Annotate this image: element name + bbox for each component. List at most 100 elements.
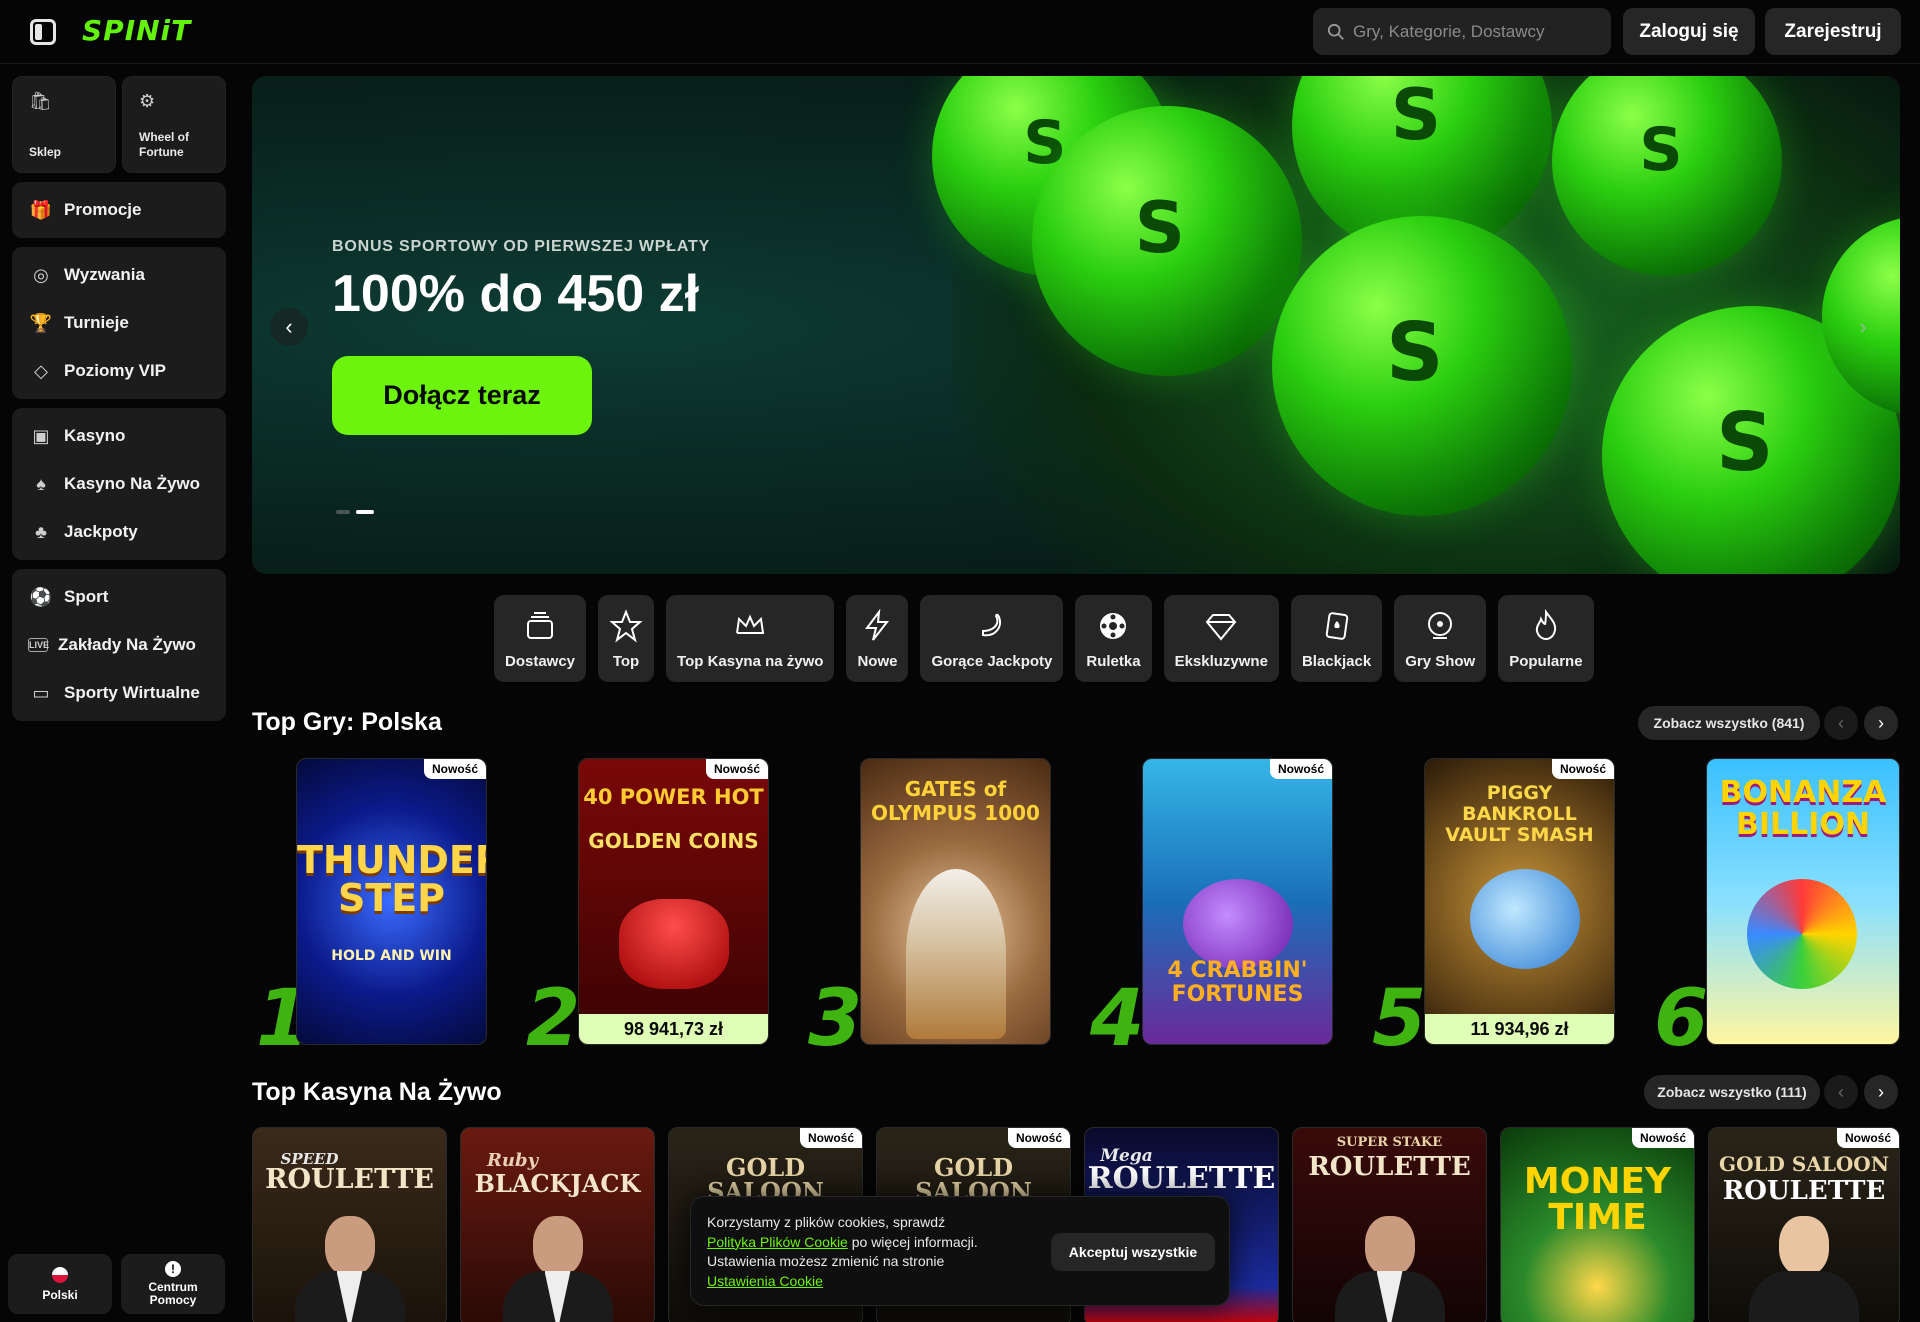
chevron-left-icon: ‹ <box>1838 712 1844 733</box>
game-card[interactable]: Nowość 4 CRABBIN' FORTUNES <box>1142 758 1333 1045</box>
cookie-banner: Korzystamy z plików cookies, sprawdź Pol… <box>690 1196 1230 1306</box>
diamond-icon: ◇ <box>34 360 48 381</box>
game-card[interactable]: GATES of OLYMPUS 1000 <box>860 758 1051 1045</box>
top-games-prev-button[interactable]: ‹ <box>1824 706 1858 740</box>
crown-icon <box>736 614 765 634</box>
rank-number: 6 <box>1654 974 1709 1064</box>
cookie-policy-link[interactable]: Polityka Plików Cookie <box>707 1234 848 1250</box>
soccer-ball-image <box>1272 216 1572 516</box>
category-nowe[interactable]: Nowe <box>846 595 909 682</box>
new-badge: Nowość <box>1551 759 1614 779</box>
sidebar-item-sporty-wirtualne[interactable]: ▭ Sporty Wirtualne <box>12 669 226 717</box>
category-top[interactable]: Top <box>598 595 655 682</box>
new-badge: Nowość <box>1631 1128 1694 1148</box>
live-prev-button[interactable]: ‹ <box>1824 1075 1858 1109</box>
live-game-title: ROULETTE <box>265 1164 434 1195</box>
language-selector[interactable]: Polski <box>8 1254 112 1314</box>
sidebar-item-label: Kasyno <box>64 426 126 445</box>
game-title: 40 POWER HOT <box>583 785 764 809</box>
sidebar-item-kasyno[interactable]: ▣ Kasyno <box>12 412 226 460</box>
language-label: Polski <box>42 1287 78 1302</box>
sidebar-item-wyzwania[interactable]: ◎ Wyzwania <box>12 251 226 299</box>
game-subtitle: GOLDEN COINS <box>588 829 759 853</box>
game-card[interactable]: Nowość PIGGY BANKROLL VAULT SMASH 11 934… <box>1424 758 1615 1045</box>
game-card[interactable]: BONANZA BILLION <box>1706 758 1900 1045</box>
join-now-button[interactable]: Dołącz teraz <box>332 356 592 435</box>
zeus-image <box>906 869 1006 1039</box>
chevron-left-icon: ‹ <box>285 314 293 339</box>
category-gry-show[interactable]: Gry Show <box>1394 595 1487 682</box>
sidebar-item-jackpoty[interactable]: ♣ Jackpoty <box>12 508 226 556</box>
chevron-right-icon: › <box>1878 1081 1884 1102</box>
cookie-line: po więcej informacji. <box>847 1233 978 1250</box>
category-hot-jackpots[interactable]: Gorące Jackpoty <box>920 595 1064 682</box>
sidebar-tile-shop[interactable]: 🛍 Sklep <box>12 76 116 173</box>
live-game-subtitle: SUPER STAKE <box>1336 1135 1443 1150</box>
hero-title: 100% do 450 zł <box>332 265 700 323</box>
carousel-dot[interactable] <box>336 510 350 514</box>
help-center-button[interactable]: ! Centrum Pomocy <box>121 1254 225 1314</box>
live-next-button[interactable]: › <box>1864 1075 1898 1109</box>
sidebar-item-zaklady-na-zywo[interactable]: LIVE Zakłady Na Żywo <box>12 621 226 669</box>
live-game-card[interactable]: Ruby BLACKJACK <box>460 1127 655 1322</box>
sidebar-item-kasyno-na-zywo[interactable]: ♠ Kasyno Na Żywo <box>12 460 226 508</box>
sidebar-item-turnieje[interactable]: 🏆 Turnieje <box>12 299 226 347</box>
sidebar-toggle-icon[interactable] <box>30 19 56 45</box>
hero-prev-button[interactable]: ‹ <box>270 308 308 346</box>
see-all-top-games[interactable]: Zobacz wszystko (841) <box>1638 706 1820 740</box>
bag-icon: 🛍 <box>29 91 52 111</box>
rank-number: 2 <box>526 974 581 1064</box>
search-box[interactable] <box>1313 8 1611 55</box>
new-badge: Nowość <box>799 1128 862 1148</box>
category-popularne[interactable]: Popularne <box>1498 595 1594 682</box>
category-ruletka[interactable]: Ruletka <box>1075 595 1152 682</box>
live-game-card[interactable]: Nowość GOLD SALOON ROULETTE <box>1708 1127 1900 1322</box>
monitor-icon: ▭ <box>32 682 50 703</box>
live-game-card[interactable]: SUPER STAKE ROULETTE <box>1292 1127 1487 1322</box>
chili-icon <box>981 613 1001 637</box>
crab-image <box>1183 879 1293 969</box>
cookie-settings-link[interactable]: Ustawienia Cookie <box>707 1273 823 1289</box>
logo[interactable]: SPINiT <box>82 14 191 47</box>
roulette-icon <box>1100 613 1127 639</box>
game-title: PIGGY BANKROLL VAULT SMASH <box>1445 782 1594 846</box>
register-button[interactable]: Zarejestruj <box>1765 8 1901 55</box>
category-ekskluzywne[interactable]: Ekskluzywne <box>1163 595 1279 682</box>
category-top-live[interactable]: Top Kasyna na żywo <box>666 595 835 682</box>
accept-all-cookies-button[interactable]: Akceptuj wszystkie <box>1051 1233 1215 1271</box>
sidebar-item-vip[interactable]: ◇ Poziomy VIP <box>12 347 226 395</box>
game-card[interactable]: Nowość 40 POWER HOT GOLDEN COINS 98 941,… <box>578 758 769 1045</box>
live-game-card[interactable]: Nowość MONEY TIME <box>1500 1127 1695 1322</box>
soccer-ball-image <box>1032 106 1302 376</box>
category-dostawcy[interactable]: Dostawcy <box>494 595 587 682</box>
category-label: Top <box>612 653 640 670</box>
live-game-card[interactable]: SPEED ROULETTE <box>252 1127 447 1322</box>
sidebar-item-label: Turnieje <box>64 313 129 332</box>
hero-banner[interactable]: BONUS SPORTOWY OD PIERWSZEJ WPŁATY 100% … <box>252 76 1900 574</box>
sidebar-group-rewards: ◎ Wyzwania 🏆 Turnieje ◇ Poziomy VIP <box>12 247 226 399</box>
live-game-title: ROULETTE <box>1722 1176 1886 1206</box>
see-all-live-casino[interactable]: Zobacz wszystko (111) <box>1644 1075 1820 1109</box>
live-icon: LIVE <box>28 638 50 652</box>
sidebar-tile-wheel[interactable]: ⚙ Wheel of Fortune <box>122 76 226 173</box>
sidebar-item-sport[interactable]: ⚽ Sport <box>12 573 226 621</box>
sidebar-item-label: Sporty Wirtualne <box>64 683 200 702</box>
cards-icon: ♠ <box>36 473 46 494</box>
carousel-dot-active[interactable] <box>356 510 374 514</box>
rank-number: 5 <box>1372 974 1427 1064</box>
game-card[interactable]: Nowość THUNDER STEP HOLD AND WIN <box>296 758 487 1045</box>
search-input[interactable] <box>1353 21 1603 42</box>
lightning-icon <box>865 609 890 641</box>
sidebar-group-sport: ⚽ Sport LIVE Zakłady Na Żywo ▭ Sporty Wirtu… <box>12 569 226 721</box>
game-subtitle: HOLD AND WIN <box>331 948 452 964</box>
login-button[interactable]: Zaloguj się <box>1623 8 1755 55</box>
sidebar-item-label: Kasyno Na Żywo <box>64 474 201 493</box>
top-games-next-button[interactable]: › <box>1864 706 1898 740</box>
category-label: Popularne <box>1509 653 1583 670</box>
category-blackjack[interactable]: Blackjack <box>1290 595 1383 682</box>
sidebar-item-promocje[interactable]: 🎁 Promocje <box>12 186 226 234</box>
rank-number: 3 <box>808 974 863 1064</box>
chevron-right-icon: › <box>1859 314 1867 339</box>
hero-next-button[interactable]: › <box>1844 308 1882 346</box>
search-icon <box>1327 23 1344 40</box>
